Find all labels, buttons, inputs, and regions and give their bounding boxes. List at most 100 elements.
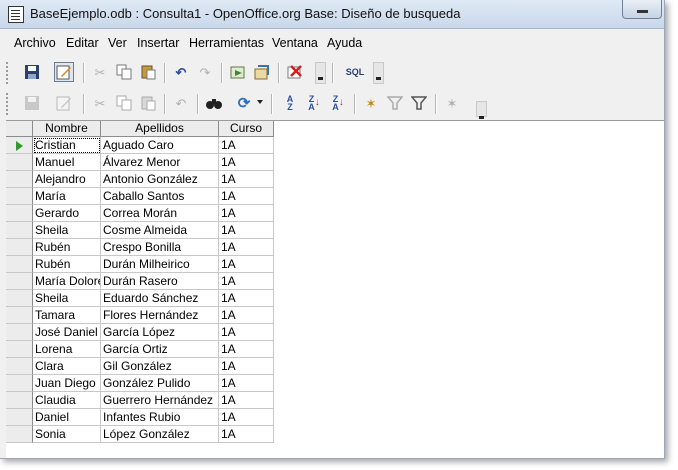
curso-cell[interactable]: 1A	[219, 188, 274, 205]
menu-editar[interactable]: Editar	[66, 36, 99, 50]
curso-cell[interactable]: 1A	[219, 239, 274, 256]
save-button[interactable]	[22, 62, 42, 82]
sort-button[interactable]: Z A ↓	[328, 93, 348, 113]
toolbar1-dropdown[interactable]	[315, 62, 326, 84]
undo-data-button[interactable]: ↶	[171, 93, 191, 113]
curso-cell[interactable]: 1A	[219, 375, 274, 392]
toolbar-grip[interactable]	[6, 62, 11, 84]
find-record-button[interactable]	[204, 93, 224, 113]
sql-button[interactable]: SQL	[341, 62, 369, 82]
cut-data-button[interactable]: ✂	[90, 93, 110, 113]
nombre-cell[interactable]: Manuel	[33, 154, 101, 171]
remove-filter-button[interactable]: ✶	[442, 93, 462, 113]
nombre-cell[interactable]: Tamara	[33, 307, 101, 324]
apellidos-cell[interactable]: González Pulido	[101, 375, 219, 392]
row-header[interactable]	[6, 205, 33, 222]
nombre-cell[interactable]: José Daniel	[33, 324, 101, 341]
column-header-curso[interactable]: Curso	[219, 121, 274, 137]
curso-cell[interactable]: 1A	[219, 409, 274, 426]
curso-cell[interactable]: 1A	[219, 358, 274, 375]
sort-ascending-button[interactable]: AZ	[280, 93, 300, 113]
row-header[interactable]	[6, 154, 33, 171]
menu-ver[interactable]: Ver	[108, 36, 127, 50]
apellidos-cell[interactable]: Guerrero Hernández	[101, 392, 219, 409]
copy-data-button[interactable]	[114, 93, 134, 113]
refresh-dropdown-arrow[interactable]	[257, 100, 263, 104]
refresh-button[interactable]: ⟳	[234, 93, 254, 113]
row-header[interactable]	[6, 171, 33, 188]
redo-button[interactable]: ↷	[195, 62, 215, 82]
minimize-button[interactable]	[622, 0, 662, 19]
toolbar-grip[interactable]	[6, 93, 11, 115]
nombre-cell[interactable]: Claudia	[33, 392, 101, 409]
apellidos-cell[interactable]: Aguado Caro	[101, 137, 219, 154]
apellidos-cell[interactable]: Cosme Almeida	[101, 222, 219, 239]
save-record-button[interactable]	[22, 93, 42, 113]
apellidos-cell[interactable]: Gil González	[101, 358, 219, 375]
curso-cell[interactable]: 1A	[219, 324, 274, 341]
nombre-cell[interactable]: Juan Diego	[33, 375, 101, 392]
nombre-cell[interactable]: Sheila	[33, 222, 101, 239]
row-header-corner[interactable]	[6, 121, 33, 137]
curso-cell[interactable]: 1A	[219, 273, 274, 290]
curso-cell[interactable]: 1A	[219, 137, 274, 154]
nombre-cell[interactable]: Sheila	[33, 290, 101, 307]
row-header[interactable]	[6, 222, 33, 239]
paste-button[interactable]	[138, 62, 158, 82]
cut-button[interactable]: ✂	[90, 62, 110, 82]
apellidos-cell[interactable]: Flores Hernández	[101, 307, 219, 324]
undo-button[interactable]: ↶	[171, 62, 191, 82]
curso-cell[interactable]: 1A	[219, 256, 274, 273]
row-header[interactable]	[6, 341, 33, 358]
add-tables-button[interactable]	[252, 62, 272, 82]
row-header[interactable]	[6, 375, 33, 392]
nombre-cell[interactable]: María	[33, 188, 101, 205]
nombre-cell[interactable]: Rubén	[33, 239, 101, 256]
nombre-cell[interactable]: Alejandro	[33, 171, 101, 188]
curso-cell[interactable]: 1A	[219, 307, 274, 324]
row-header[interactable]	[6, 324, 33, 341]
row-header[interactable]	[6, 239, 33, 256]
apellidos-cell[interactable]: García López	[101, 324, 219, 341]
menu-ayuda[interactable]: Ayuda	[327, 36, 362, 50]
row-header[interactable]	[6, 409, 33, 426]
edit-data-button[interactable]	[54, 93, 74, 113]
row-header[interactable]	[6, 188, 33, 205]
row-header[interactable]	[6, 358, 33, 375]
curso-cell[interactable]: 1A	[219, 392, 274, 409]
sql-dropdown[interactable]	[373, 62, 384, 84]
apellidos-cell[interactable]: Infantes Rubio	[101, 409, 219, 426]
delete-table-button[interactable]	[285, 62, 305, 82]
nombre-cell[interactable]: Cristian	[33, 137, 101, 154]
nombre-cell[interactable]: Gerardo	[33, 205, 101, 222]
curso-cell[interactable]: 1A	[219, 222, 274, 239]
apellidos-cell[interactable]: Durán Milheirico	[101, 256, 219, 273]
apellidos-cell[interactable]: Durán Rasero	[101, 273, 219, 290]
curso-cell[interactable]: 1A	[219, 341, 274, 358]
curso-cell[interactable]: 1A	[219, 171, 274, 188]
standard-filter-button[interactable]	[385, 93, 405, 113]
apellidos-cell[interactable]: Álvarez Menor	[101, 154, 219, 171]
row-header[interactable]	[6, 256, 33, 273]
column-header-apellidos[interactable]: Apellidos	[101, 121, 219, 137]
row-header[interactable]	[6, 426, 33, 443]
nombre-cell[interactable]: Lorena	[33, 341, 101, 358]
apellidos-cell[interactable]: Correa Morán	[101, 205, 219, 222]
nombre-cell[interactable]: Sonia	[33, 426, 101, 443]
nombre-cell[interactable]: María Dolores	[33, 273, 101, 290]
nombre-cell[interactable]: Clara	[33, 358, 101, 375]
nombre-cell[interactable]: Daniel	[33, 409, 101, 426]
row-header[interactable]	[6, 290, 33, 307]
apply-filter-button[interactable]	[409, 93, 429, 113]
toolbar2-dropdown[interactable]	[476, 101, 487, 119]
edit-mode-button[interactable]	[54, 62, 74, 82]
apellidos-cell[interactable]: García Ortiz	[101, 341, 219, 358]
menu-archivo[interactable]: Archivo	[14, 36, 56, 50]
sort-descending-button[interactable]: Z A ↓	[304, 93, 324, 113]
nombre-cell[interactable]: Rubén	[33, 256, 101, 273]
curso-cell[interactable]: 1A	[219, 426, 274, 443]
menu-ventana[interactable]: Ventana	[272, 36, 318, 50]
row-header[interactable]	[6, 137, 33, 154]
curso-cell[interactable]: 1A	[219, 154, 274, 171]
curso-cell[interactable]: 1A	[219, 290, 274, 307]
